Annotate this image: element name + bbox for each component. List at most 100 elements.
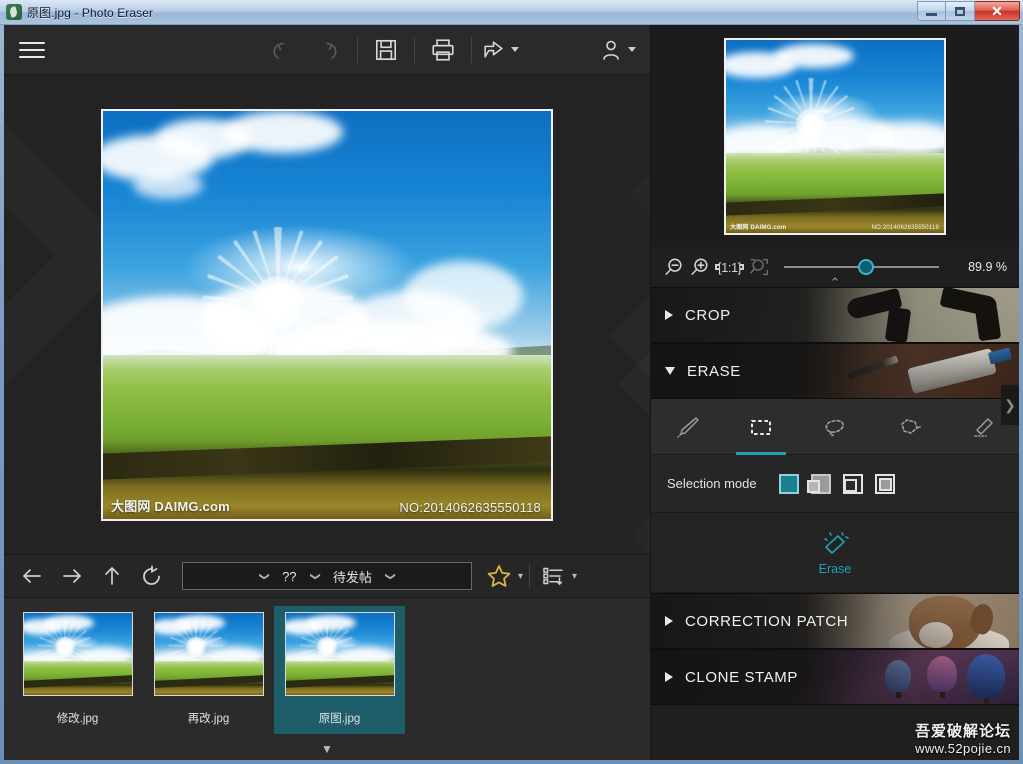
sort-caret-icon[interactable]: ▾ bbox=[572, 571, 577, 582]
share-caret-icon[interactable] bbox=[511, 47, 519, 52]
sort-list-icon[interactable] bbox=[536, 554, 570, 598]
section-header-erase[interactable]: ERASE bbox=[651, 343, 1019, 399]
filmstrip-expand-chevron-icon[interactable]: ▼ bbox=[4, 738, 650, 760]
forward-button[interactable] bbox=[52, 554, 92, 598]
minimize-button[interactable] bbox=[917, 1, 946, 21]
panel-collapse-chevron-icon[interactable]: ❯ bbox=[1001, 385, 1019, 425]
window-title: 原图.jpg - Photo Eraser bbox=[27, 5, 154, 20]
photo-field bbox=[103, 355, 551, 519]
preview-cloud bbox=[774, 43, 854, 68]
navbar-divider bbox=[529, 564, 531, 588]
back-button[interactable] bbox=[12, 554, 52, 598]
clone-expand-triangle-icon[interactable] bbox=[665, 672, 673, 682]
account-caret-icon[interactable] bbox=[627, 47, 636, 52]
preview-watermark-right: NO:2014062635550118 bbox=[871, 224, 939, 231]
client-area: 大图网 DAIMG.com NO:2014062635550118 ❯ ?? ❯… bbox=[4, 25, 1019, 760]
actual-size-icon[interactable]: [1:1] bbox=[715, 260, 744, 275]
section-header-clone-stamp[interactable]: CLONE STAMP bbox=[651, 649, 1019, 705]
section-header-crop[interactable]: CROP bbox=[651, 287, 1019, 343]
crop-expand-triangle-icon[interactable] bbox=[665, 310, 673, 320]
panel-filler bbox=[651, 705, 1019, 760]
erase-action-icon bbox=[824, 532, 849, 554]
patch-section-label: CORRECTION PATCH bbox=[685, 612, 849, 630]
breadcrumb-segment-1[interactable]: ?? bbox=[282, 569, 296, 584]
brush-tool[interactable] bbox=[651, 399, 725, 455]
zoom-percent-label: 89.9 % bbox=[968, 260, 1007, 274]
erase-section-label: ERASE bbox=[687, 362, 741, 380]
application-window: 原图.jpg - Photo Eraser ✕ 大图网 DAIMG.com NO… bbox=[0, 0, 1023, 764]
rectangle-select-tool[interactable] bbox=[725, 399, 799, 455]
photo-cloud bbox=[403, 260, 523, 331]
subtract-selection-button[interactable] bbox=[842, 473, 863, 494]
print-icon[interactable] bbox=[415, 25, 471, 75]
breadcrumb-chevron-root[interactable]: ❯ bbox=[258, 572, 269, 580]
crop-section-label: CROP bbox=[685, 306, 731, 324]
window-controls: ✕ bbox=[917, 1, 1020, 21]
breadcrumb-chevron-2[interactable]: ❯ bbox=[385, 572, 396, 580]
refresh-button[interactable] bbox=[132, 554, 172, 598]
thumbnail-image[interactable] bbox=[153, 612, 264, 696]
favorites-star-icon[interactable] bbox=[482, 554, 516, 598]
breadcrumb-segment-2[interactable]: 待发帖 bbox=[333, 567, 372, 586]
new-selection-button[interactable] bbox=[778, 473, 799, 494]
photo-cloud bbox=[223, 110, 343, 153]
title-bar: 原图.jpg - Photo Eraser ✕ bbox=[0, 0, 1023, 25]
zoom-out-icon[interactable] bbox=[663, 256, 685, 278]
thumbnail-label: 再改.jpg bbox=[187, 713, 230, 725]
thumbnail-item-2[interactable]: 原图.jpg bbox=[274, 606, 405, 734]
erase-tool-row bbox=[651, 399, 1019, 455]
browser-navigation-bar: ❯ ?? ❯ 待发帖 ❯ ▾ ▾ bbox=[4, 554, 650, 598]
intersect-selection-button[interactable] bbox=[874, 473, 895, 494]
undo-icon[interactable] bbox=[259, 25, 305, 75]
tools-panel: 大图网 DAIMG.com NO:2014062635550118 [1:1] … bbox=[650, 25, 1019, 760]
up-button[interactable] bbox=[92, 554, 132, 598]
favorites-caret-icon[interactable]: ▾ bbox=[518, 571, 523, 582]
redo-icon[interactable] bbox=[305, 25, 351, 75]
preview-photo[interactable]: 大图网 DAIMG.com NO:2014062635550118 bbox=[724, 37, 946, 235]
zoom-slider[interactable] bbox=[783, 259, 939, 275]
thumbnail-item-1[interactable]: 再改.jpg bbox=[143, 606, 274, 734]
actual-size-label: [1:1] bbox=[718, 259, 741, 275]
polygon-lasso-tool[interactable] bbox=[872, 399, 946, 455]
thumbnail-image[interactable] bbox=[284, 612, 395, 696]
menu-hamburger-icon[interactable] bbox=[4, 25, 60, 75]
lasso-tool[interactable] bbox=[798, 399, 872, 455]
preview-cloud bbox=[866, 121, 944, 156]
account-icon[interactable] bbox=[588, 25, 646, 75]
zoom-controls: [1:1] 89.9 % ⌃ bbox=[651, 247, 1019, 290]
main-toolbar bbox=[4, 25, 650, 75]
clone-section-label: CLONE STAMP bbox=[685, 668, 799, 686]
preview-watermark-left: 大图网 DAIMG.com bbox=[730, 224, 787, 231]
image-canvas[interactable]: 大图网 DAIMG.com NO:2014062635550118 bbox=[4, 75, 650, 554]
selection-mode-label: Selection mode bbox=[667, 476, 757, 491]
maximize-button[interactable] bbox=[946, 1, 975, 21]
breadcrumb-chevron-1[interactable]: ❯ bbox=[309, 572, 320, 580]
thumbnail-filmstrip[interactable]: 修改.jpg 再改.jpg 原图.jpg bbox=[4, 598, 650, 738]
photo-watermark-left: 大图网 DAIMG.com bbox=[111, 498, 230, 514]
zoom-in-icon[interactable] bbox=[689, 256, 711, 278]
section-header-correction-patch[interactable]: CORRECTION PATCH bbox=[651, 593, 1019, 649]
zoom-slider-handle[interactable] bbox=[858, 259, 875, 275]
erase-action-button[interactable]: Erase bbox=[651, 513, 1019, 593]
share-icon[interactable] bbox=[472, 25, 528, 75]
thumbnail-item-0[interactable]: 修改.jpg bbox=[12, 606, 143, 734]
fit-screen-icon[interactable] bbox=[748, 256, 770, 278]
close-icon: ✕ bbox=[991, 3, 1003, 19]
close-button[interactable]: ✕ bbox=[975, 1, 1020, 21]
photo-cloud bbox=[133, 170, 203, 199]
thumb-cloud bbox=[43, 615, 94, 631]
thumbnail-image[interactable] bbox=[22, 612, 133, 696]
thumbnail-label: 原图.jpg bbox=[318, 713, 361, 725]
breadcrumb[interactable]: ❯ ?? ❯ 待发帖 ❯ bbox=[182, 562, 472, 590]
preview-pane: 大图网 DAIMG.com NO:2014062635550118 bbox=[651, 25, 1019, 247]
erase-action-label: Erase bbox=[818, 562, 852, 576]
editor-column: 大图网 DAIMG.com NO:2014062635550118 ❯ ?? ❯… bbox=[4, 25, 650, 760]
thumbnail-label: 修改.jpg bbox=[56, 713, 99, 725]
app-logo-icon bbox=[6, 4, 22, 20]
save-icon[interactable] bbox=[358, 25, 414, 75]
selection-mode-row: Selection mode bbox=[651, 455, 1019, 513]
main-photo[interactable]: 大图网 DAIMG.com NO:2014062635550118 bbox=[101, 108, 553, 521]
erase-collapse-triangle-icon[interactable] bbox=[665, 367, 675, 375]
patch-expand-triangle-icon[interactable] bbox=[665, 616, 673, 626]
add-to-selection-button[interactable] bbox=[806, 473, 831, 494]
